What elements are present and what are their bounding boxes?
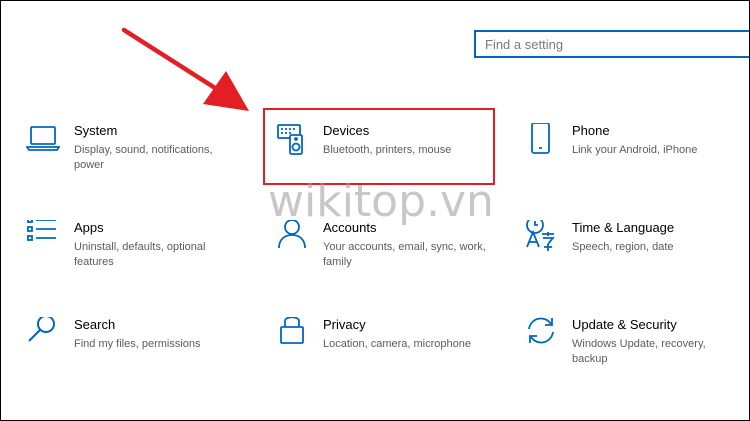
phone-icon [524,123,558,157]
laptop-icon [26,123,60,157]
find-setting-input[interactable] [476,32,749,56]
tile-system[interactable]: System Display, sound, notifications, po… [26,123,256,203]
tile-title: Apps [74,220,104,235]
tile-title: Phone [572,123,610,138]
tile-phone[interactable]: Phone Link your Android, iPhone [524,123,749,203]
tile-title: Search [74,317,116,332]
tile-privacy[interactable]: Privacy Location, camera, microphone [275,317,505,397]
apps-list-icon [26,220,60,254]
tile-title: Time & Language [572,220,675,235]
tile-accounts[interactable]: Accounts Your accounts, email, sync, wor… [275,220,505,300]
tile-description: Speech, region, date [572,241,674,253]
settings-window: System Display, sound, notifications, po… [0,0,750,421]
tile-description: Find my files, permissions [74,338,201,350]
search-icon [26,317,60,351]
tile-description: Location, camera, microphone [323,338,471,350]
tile-description: Uninstall, defaults, optional features [74,241,206,268]
tile-description: Your accounts, email, sync, work, family [323,241,486,268]
sync-icon [524,317,558,351]
time-language-icon [524,220,558,254]
tile-title: Devices [323,123,370,138]
tile-description: Bluetooth, printers, mouse [323,144,452,156]
tile-time-language[interactable]: Time & Language Speech, region, date [524,220,749,300]
tile-description: Link your Android, iPhone [572,144,698,156]
tile-description: Windows Update, recovery, backup [572,338,706,365]
lock-icon [275,317,309,351]
tile-title: System [74,123,118,138]
tile-title: Accounts [323,220,377,235]
find-setting-search-box[interactable] [474,30,749,58]
tile-update-security[interactable]: Update & Security Windows Update, recove… [524,317,749,397]
devices-icon [275,123,309,157]
tile-devices[interactable]: Devices Bluetooth, printers, mouse [275,123,505,203]
tile-search[interactable]: Search Find my files, permissions [26,317,256,397]
tile-title: Privacy [323,317,366,332]
tile-title: Update & Security [572,317,677,332]
person-icon [275,220,309,254]
tile-description: Display, sound, notifications, power [74,144,213,171]
tile-apps[interactable]: Apps Uninstall, defaults, optional featu… [26,220,256,300]
